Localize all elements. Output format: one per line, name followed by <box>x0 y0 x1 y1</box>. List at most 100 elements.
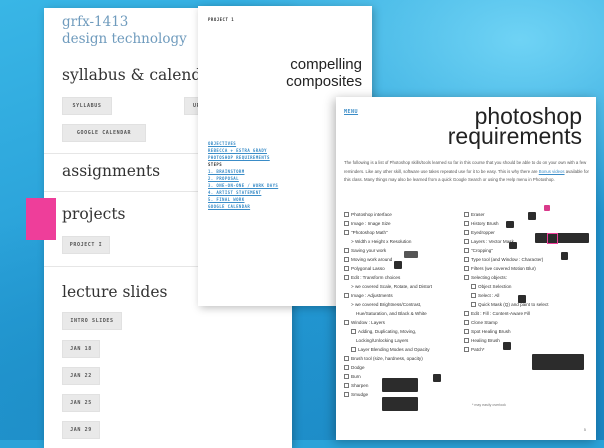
bonus-videos-link[interactable]: Bonus videos <box>539 169 565 174</box>
requirement-item: Window : Layers <box>344 318 464 327</box>
dodge-burn-flyout-icon <box>382 378 418 392</box>
brush-tool-icon <box>433 374 441 382</box>
requirements-left-column: Photoshop interface Image : Image Size "Ph… <box>344 210 464 399</box>
checkbox-icon <box>344 365 349 371</box>
requirement-label: Spot Healing Brush <box>471 329 511 334</box>
requirements-title-line2: requirements <box>447 123 582 149</box>
requirement-label: > we covered Brightness/Contrast, <box>351 302 422 307</box>
checkbox-icon <box>464 221 469 227</box>
requirement-item: Polygonal Lasso <box>344 264 464 273</box>
requirement-label: Window : Layers <box>351 320 385 325</box>
intro-slides-button[interactable]: INTRO SLIDES <box>62 312 122 330</box>
checkbox-icon <box>344 320 349 326</box>
requirement-label: Moving work around <box>351 257 393 262</box>
requirement-label: Quick Mask (Q) and paint to select <box>478 302 549 307</box>
requirement-item: Type tool (and Window : Character) <box>464 255 592 264</box>
requirement-item: Image : Image Size <box>344 219 464 228</box>
step-link[interactable]: 5. FINAL WORK <box>208 196 278 203</box>
checkbox-icon <box>344 356 349 362</box>
step-link[interactable]: 4. ARTIST STATEMENT <box>208 189 278 196</box>
requirement-label: Object Selection <box>478 284 512 289</box>
jan-29-button[interactable]: JAN 29 <box>62 421 100 439</box>
requirement-label: Adding, Duplicating, Moving, <box>358 329 417 334</box>
jan-22-button[interactable]: JAN 22 <box>62 367 100 385</box>
checkbox-icon <box>464 311 469 317</box>
checkbox-icon <box>464 329 469 335</box>
requirement-label: Edit : Transform choices <box>351 275 401 280</box>
requirement-label: Smudge <box>351 392 369 397</box>
objectives-link[interactable]: OBJECTIVES <box>208 140 278 147</box>
requirement-item: Quick Mask (Q) and paint to select <box>464 300 592 309</box>
eyedropper-icon <box>506 221 514 228</box>
jan-25-button[interactable]: JAN 25 <box>62 394 100 412</box>
google-calendar-link[interactable]: GOOGLE CALENDAR <box>208 203 278 210</box>
healing-tools-flyout-icon <box>532 354 584 370</box>
requirement-item: Layer Blending Modes and Opacity <box>344 345 464 354</box>
requirement-item: > we covered Scale, Rotate, and Distort <box>344 282 464 291</box>
requirement-label: Eraser <box>471 212 485 217</box>
photoshop-requirements-link[interactable]: PHOTOSHOP REQUIREMENTS <box>208 154 278 161</box>
requirements-right-column: Eraser History Brush Eyedropper Layers : Ve… <box>464 210 592 354</box>
requirement-item: Edit : Fill : Content-Aware Fill <box>464 309 592 318</box>
requirement-label: > Width x Height x Resolution <box>351 239 412 244</box>
checkbox-icon <box>344 374 349 380</box>
requirement-label: "Photoshop Math" <box>351 230 388 235</box>
requirement-label: Layers : Vector Mask <box>471 239 514 244</box>
requirement-item: Hue/Saturation, and Black & White <box>344 309 464 318</box>
checkbox-icon <box>344 392 349 398</box>
checkbox-icon <box>344 212 349 218</box>
requirement-label: Brush tool (size, hardness, opacity) <box>351 356 423 361</box>
course-name: design technology <box>62 31 187 47</box>
step-link[interactable]: 2. PROPOSAL <box>208 175 278 182</box>
move-tool-icon <box>404 251 418 258</box>
requirement-item: Locking/Unlocking Layers <box>344 336 464 345</box>
google-calendar-button[interactable]: GOOGLE CALENDAR <box>62 124 146 142</box>
checkbox-icon <box>464 212 469 218</box>
requirement-item: "Photoshop Math" <box>344 228 464 237</box>
layers-panel-icon <box>535 233 589 243</box>
assignments-heading[interactable]: assignments <box>62 162 160 180</box>
requirement-label: > we covered Scale, Rotate, and Distort <box>351 284 433 289</box>
artist-link[interactable]: REBECCA + ESTRA GRADY <box>208 147 278 154</box>
requirement-item: Select : All <box>464 291 592 300</box>
checkbox-icon <box>471 284 476 290</box>
jan-18-button[interactable]: JAN 18 <box>62 340 100 358</box>
project-1-button[interactable]: PROJECT I <box>62 236 110 254</box>
checkbox-icon <box>464 239 469 245</box>
sharpen-smudge-flyout-icon <box>382 397 418 411</box>
requirement-item: Brush tool (size, hardness, opacity) <box>344 354 464 363</box>
checkbox-icon <box>464 230 469 236</box>
requirement-label: Filters (we covered Motion Blur) <box>471 266 536 271</box>
intro-paragraph: The following is a list of Photoshop ski… <box>344 159 592 185</box>
requirement-label: Clone Stamp <box>471 320 498 325</box>
crop-icon <box>509 242 517 249</box>
syllabus-button[interactable]: SYLLABUS <box>62 97 112 115</box>
step-link[interactable]: 3. ONE-ON-ONE / WORK DAYS <box>208 182 278 189</box>
lecture-slides-heading: lecture slides <box>62 283 168 301</box>
requirement-label: Locking/Unlocking Layers <box>356 338 409 343</box>
checkbox-icon <box>344 383 349 389</box>
step-link[interactable]: 1. BRAINSTORM <box>208 168 278 175</box>
requirement-label: Sharpen <box>351 383 369 388</box>
requirement-item: Patch* <box>464 345 592 354</box>
requirement-label: Image : Adjustments <box>351 293 393 298</box>
requirement-label: "Cropping" <box>471 248 493 253</box>
footnote: * may easily overlook <box>472 403 506 407</box>
eraser-icon <box>544 205 550 211</box>
checkbox-icon <box>344 266 349 272</box>
requirement-label: Edit : Fill : Content-Aware Fill <box>471 311 531 316</box>
requirement-label: Patch* <box>471 347 485 352</box>
menu-link[interactable]: MENU <box>344 109 358 115</box>
requirement-label: Type tool (and Window : Character) <box>471 257 544 262</box>
requirement-item: Adding, Duplicating, Moving, <box>344 327 464 336</box>
requirement-label: Saving your work <box>351 248 387 253</box>
course-code: grfx-1413 <box>62 14 129 30</box>
requirement-label: Healing Brush <box>471 338 500 343</box>
object-selection-icon <box>518 295 526 303</box>
checkbox-icon <box>464 347 469 353</box>
requirement-item: Healing Brush <box>464 336 592 345</box>
vector-mask-highlight <box>547 233 558 244</box>
checkbox-icon <box>464 266 469 272</box>
requirement-item: Object Selection <box>464 282 592 291</box>
checkbox-icon <box>344 275 349 281</box>
